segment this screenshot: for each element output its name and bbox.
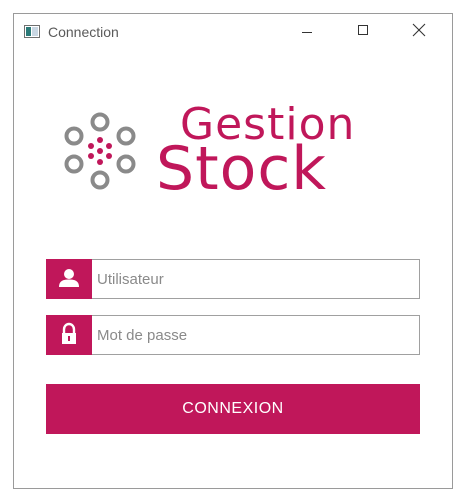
maximize-button[interactable] [340,14,386,48]
connexion-button[interactable]: CONNEXION [46,384,420,434]
username-field [46,259,420,299]
minimize-icon [302,32,312,33]
close-button[interactable] [397,14,443,48]
user-icon [59,269,79,287]
title-bar: Connection [14,14,452,50]
username-input[interactable] [97,260,415,298]
window-title: Connection [48,24,119,40]
login-window: Connection Gestion Stock Utilisateur CON… [13,13,453,489]
user-icon-box [46,259,92,299]
lock-icon [62,322,76,344]
password-field [46,315,420,355]
maximize-icon [358,25,368,35]
password-input[interactable] [97,316,415,354]
gestion-stock-logo: Gestion Stock [58,100,408,204]
minimize-button[interactable] [284,14,330,48]
logo-text-stock: Stock [156,134,328,204]
close-icon [412,23,426,37]
app-window-icon [24,25,40,38]
dots-circle-logo-icon [64,112,136,190]
lock-icon-box [46,315,92,355]
